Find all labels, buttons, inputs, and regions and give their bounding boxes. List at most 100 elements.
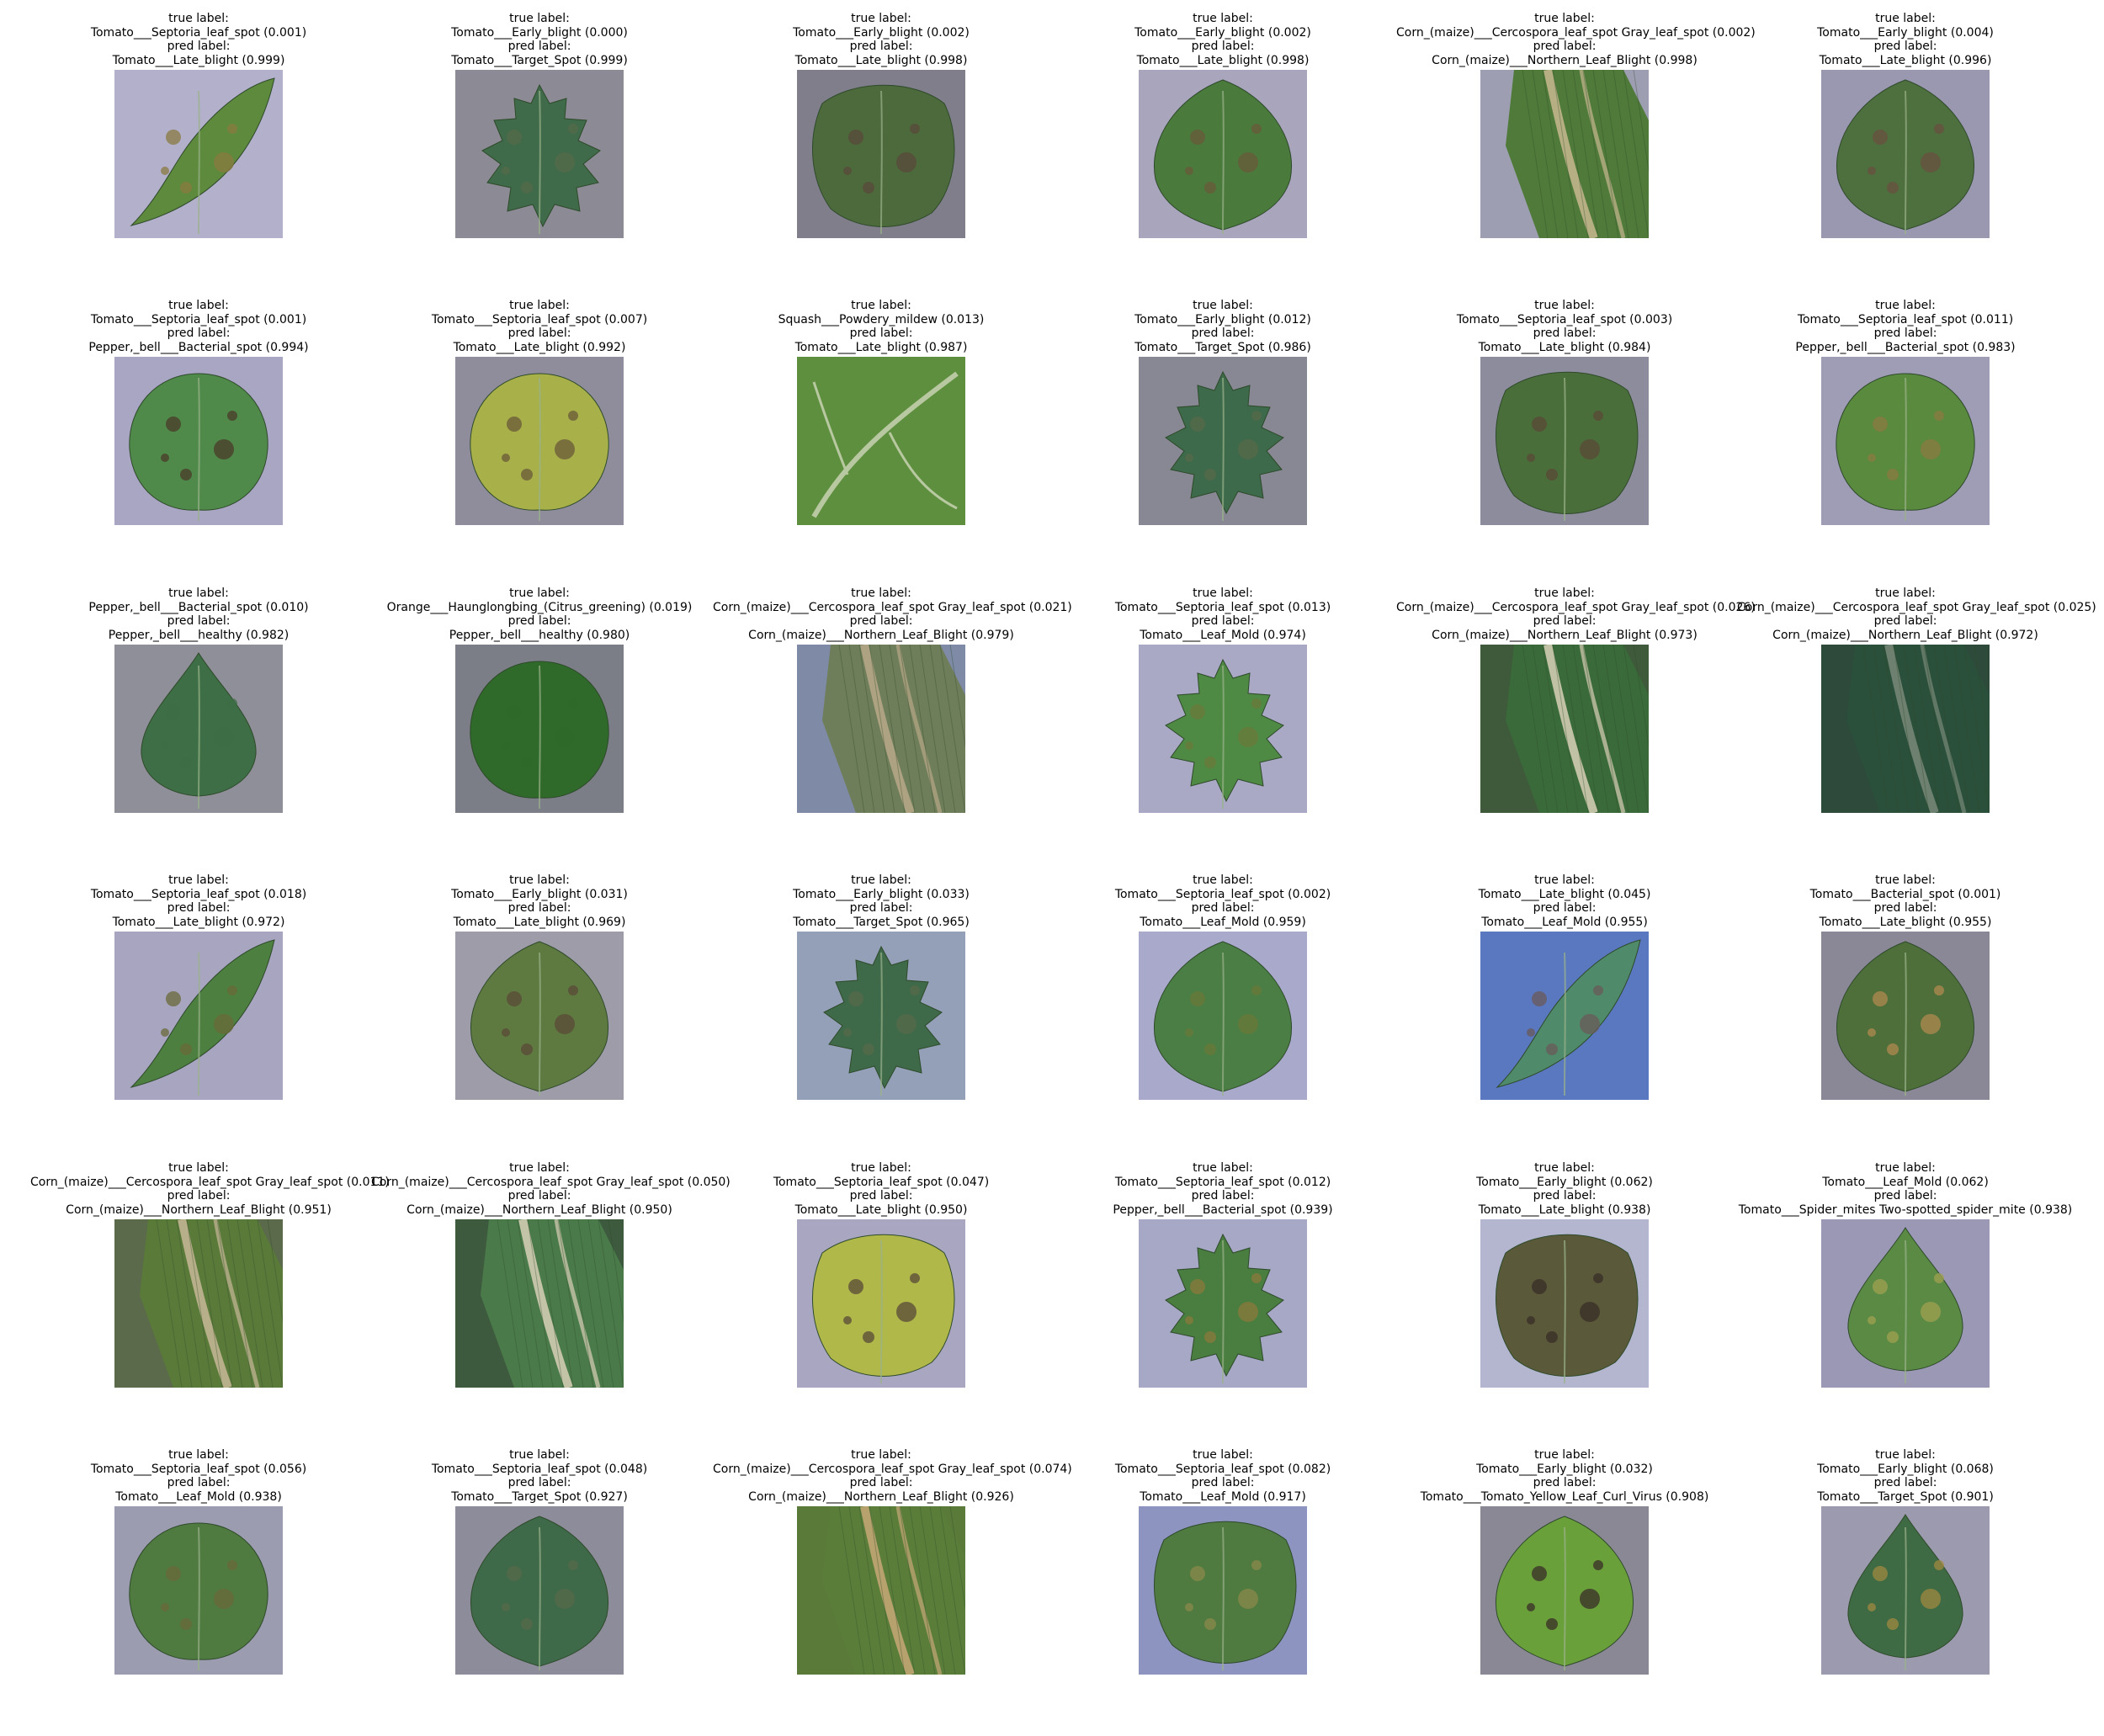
true-label: Tomato___Late_blight (0.045)	[1478, 887, 1651, 901]
true-label: Pepper,_bell___Bacterial_spot (0.010)	[88, 600, 309, 614]
prediction-panel: true label: Tomato___Septoria_leaf_spot (…	[371, 299, 708, 587]
leaf-image	[1480, 645, 1649, 813]
leaf-image	[455, 1506, 624, 1675]
panel-caption: true label: Tomato___Early_blight (0.000)…	[371, 12, 708, 67]
true-label-heading: true label:	[1193, 587, 1253, 600]
leaf-photo	[455, 1219, 624, 1388]
leaf-image	[114, 357, 283, 525]
true-label-heading: true label:	[1534, 1448, 1595, 1462]
pred-label: Pepper,_bell___healthy (0.980)	[449, 628, 630, 642]
true-label-heading: true label:	[1875, 1448, 1936, 1462]
true-label-heading: true label:	[851, 587, 911, 600]
prediction-panel: true label: Tomato___Septoria_leaf_spot (…	[1055, 587, 1391, 874]
pred-label: Tomato___Late_blight (0.955)	[1819, 915, 1992, 929]
true-label-heading: true label:	[1875, 1161, 1936, 1175]
pred-label-heading: pred label:	[1533, 614, 1597, 628]
leaf-photo	[1139, 645, 1307, 813]
true-label: Tomato___Early_blight (0.033)	[793, 887, 970, 901]
leaf-image	[1480, 1219, 1649, 1388]
pred-label: Tomato___Target_Spot (0.965)	[793, 915, 970, 929]
true-label: Tomato___Early_blight (0.068)	[1817, 1462, 1994, 1476]
leaf-photo	[1480, 70, 1649, 238]
pred-label: Corn_(maize)___Northern_Leaf_Blight (0.9…	[1432, 53, 1698, 67]
leaf-image	[114, 1219, 283, 1388]
pred-label-heading: pred label:	[1191, 40, 1255, 53]
prediction-panel: true label: Tomato___Early_blight (0.033)…	[713, 873, 1049, 1161]
pred-label: Tomato___Late_blight (0.938)	[1478, 1202, 1651, 1217]
pred-label: Tomato___Target_Spot (0.901)	[1817, 1489, 1994, 1504]
panel-caption: true label: Tomato___Septoria_leaf_spot (…	[30, 1448, 367, 1504]
leaf-image	[455, 645, 624, 813]
pred-label-heading: pred label:	[849, 1476, 913, 1489]
true-label-heading: true label:	[851, 299, 911, 312]
true-label: Tomato___Early_blight (0.062)	[1476, 1175, 1653, 1189]
leaf-photo	[114, 932, 283, 1100]
true-label-heading: true label:	[1534, 12, 1595, 25]
leaf-image	[1139, 1219, 1307, 1388]
panel-caption: true label: Corn_(maize)___Cercospora_lea…	[371, 1161, 731, 1217]
panel-caption: true label: Corn_(maize)___Cercospora_lea…	[713, 587, 1072, 642]
pred-label: Tomato___Late_blight (0.998)	[794, 53, 968, 67]
leaf-image	[1139, 932, 1307, 1100]
panel-caption: true label: Squash___Powdery_mildew (0.01…	[713, 299, 1049, 354]
pred-label-heading: pred label:	[1873, 1476, 1937, 1489]
pred-label: Tomato___Target_Spot (0.986)	[1134, 340, 1311, 354]
pred-label-heading: pred label:	[167, 326, 231, 340]
pred-label: Pepper,_bell___Bacterial_spot (0.939)	[1113, 1202, 1333, 1217]
prediction-panel: true label: Tomato___Septoria_leaf_spot (…	[30, 1448, 367, 1736]
leaf-photo	[797, 1506, 965, 1675]
true-label: Tomato___Early_blight (0.002)	[793, 25, 970, 40]
panel-caption: true label: Tomato___Early_blight (0.062)…	[1396, 1161, 1733, 1217]
leaf-image	[114, 1506, 283, 1675]
pred-label: Tomato___Late_blight (0.998)	[1136, 53, 1310, 67]
leaf-image	[114, 645, 283, 813]
prediction-panel: true label: Tomato___Septoria_leaf_spot (…	[30, 873, 367, 1161]
prediction-panel: true label: Tomato___Leaf_Mold (0.062) pre…	[1737, 1161, 2074, 1449]
leaf-photo	[114, 1506, 283, 1675]
prediction-panel: true label: Tomato___Septoria_leaf_spot (…	[1055, 1161, 1391, 1449]
pred-label-heading: pred label:	[1533, 326, 1597, 340]
pred-label: Tomato___Leaf_Mold (0.917)	[1140, 1489, 1306, 1504]
true-label-heading: true label:	[1193, 1448, 1253, 1462]
pred-label-heading: pred label:	[849, 1189, 913, 1202]
prediction-panel: true label: Corn_(maize)___Cercospora_lea…	[713, 587, 1072, 874]
leaf-image	[1480, 357, 1649, 525]
leaf-photo	[1821, 1219, 1990, 1388]
prediction-panel: true label: Tomato___Septoria_leaf_spot (…	[1396, 299, 1733, 587]
pred-label-heading: pred label:	[1533, 1476, 1597, 1489]
true-label: Tomato___Early_blight (0.004)	[1817, 25, 1994, 40]
leaf-photo	[114, 357, 283, 525]
pred-label-heading: pred label:	[167, 40, 231, 53]
leaf-image	[797, 932, 965, 1100]
pred-label-heading: pred label:	[507, 901, 571, 915]
leaf-image	[114, 932, 283, 1100]
prediction-panel: true label: Pepper,_bell___Bacterial_spot…	[30, 587, 367, 874]
pred-label: Tomato___Leaf_Mold (0.955)	[1481, 915, 1648, 929]
pred-label: Tomato___Spider_mites Two-spotted_spider…	[1738, 1202, 2073, 1217]
panel-caption: true label: Orange___Haunglongbing_(Citru…	[371, 587, 708, 642]
true-label: Tomato___Early_blight (0.031)	[451, 887, 628, 901]
pred-label: Tomato___Target_Spot (0.927)	[451, 1489, 628, 1504]
true-label: Corn_(maize)___Cercospora_leaf_spot Gray…	[1396, 600, 1756, 614]
leaf-image	[455, 70, 624, 238]
panel-caption: true label: Tomato___Early_blight (0.002)…	[713, 12, 1049, 67]
true-label: Corn_(maize)___Cercospora_leaf_spot Gray…	[30, 1175, 390, 1189]
true-label: Corn_(maize)___Cercospora_leaf_spot Gray…	[1396, 25, 1756, 40]
true-label-heading: true label:	[1875, 12, 1936, 25]
leaf-photo	[797, 70, 965, 238]
panel-caption: true label: Tomato___Early_blight (0.031)…	[371, 873, 708, 929]
panel-caption: true label: Tomato___Bacterial_spot (0.00…	[1737, 873, 2074, 929]
true-label: Tomato___Early_blight (0.032)	[1476, 1462, 1653, 1476]
leaf-photo	[797, 1219, 965, 1388]
true-label: Tomato___Septoria_leaf_spot (0.013)	[1114, 600, 1331, 614]
true-label-heading: true label:	[509, 1161, 570, 1175]
panel-caption: true label: Tomato___Leaf_Mold (0.062) pre…	[1737, 1161, 2074, 1217]
pred-label: Tomato___Target_Spot (0.999)	[451, 53, 628, 67]
pred-label-heading: pred label:	[1191, 326, 1255, 340]
leaf-image	[1821, 357, 1990, 525]
prediction-panel: true label: Tomato___Early_blight (0.012)…	[1055, 299, 1391, 587]
leaf-photo	[1480, 357, 1649, 525]
leaf-image	[797, 1219, 965, 1388]
leaf-image	[455, 357, 624, 525]
panel-caption: true label: Tomato___Septoria_leaf_spot (…	[1737, 299, 2074, 354]
